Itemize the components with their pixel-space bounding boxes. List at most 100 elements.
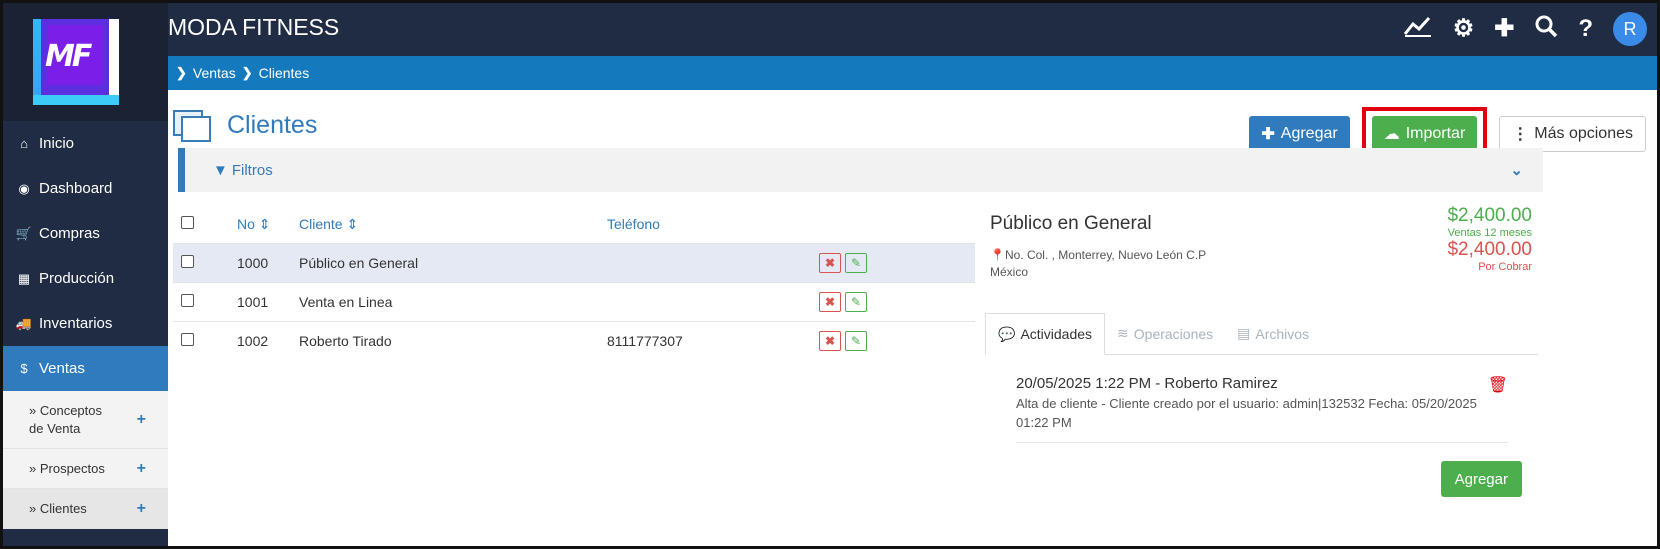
add-button[interactable]: ✚ Agregar [1249,116,1350,152]
column-phone: Teléfono [607,216,660,232]
detail-tabs: 💬 Actividades ≋ Operaciones ▤ Archivos [985,313,1538,355]
logo-area: MF [3,3,168,121]
sidebar-item-inicio[interactable]: ⌂ Inicio [3,121,168,166]
contacts-icon [173,108,215,142]
file-icon: ▤ [1237,325,1251,341]
plus-icon[interactable]: ✚ [1494,15,1514,43]
sidebar-item-produccion[interactable]: ▦ Producción [3,256,168,301]
activity-title: 20/05/2025 1:22 PM - Roberto Ramirez [1016,375,1278,392]
search-icon[interactable] [1534,14,1558,45]
sales-icon: $ [20,361,28,376]
more-options-button[interactable]: ⋮ Más opciones [1499,116,1646,152]
sort-icon: ⇕ [346,215,359,232]
sidebar-subitem-prospectos[interactable]: » Prospectos + [3,449,168,489]
filters-toggle[interactable]: ▼ Filtros [213,162,273,179]
row-checkbox[interactable] [181,255,194,268]
production-icon: ▦ [17,270,31,286]
home-icon: ⌂ [20,136,28,151]
breadcrumb-clientes[interactable]: Clientes [259,65,310,81]
dashboard-icon: ◉ [18,180,30,196]
top-icons: ⚙ ✚ ? R [1403,12,1647,46]
cell-client: Roberto Tirado [299,333,392,349]
tab-archivos[interactable]: ▤ Archivos [1225,313,1321,354]
sidebar-item-inventarios[interactable]: 🚚 Inventarios [3,301,168,346]
sidebar-subitem-clientes[interactable]: » Clientes + [3,489,168,529]
rss-icon: ≋ [1117,325,1129,341]
edit-icon[interactable]: ✎ [845,253,867,273]
chevron-right-icon: ❯ [176,65,187,80]
table-row[interactable]: 1000 Público en General ✖ ✎ [173,243,975,282]
table-row[interactable]: 1002 Roberto Tirado 8111777307 ✖ ✎ [173,321,975,360]
add-activity-button[interactable]: Agregar [1440,461,1522,497]
more-options-label: Más opciones [1534,125,1633,142]
sidebar-item-compras[interactable]: 🛒 Compras [3,211,168,256]
filter-icon: ▼ [213,161,228,179]
due-value: $2,400.00 [1447,239,1532,260]
import-button[interactable]: ☁ Importar [1371,116,1478,152]
chevron-right-icon: ❯ [241,65,253,80]
avatar[interactable]: R [1613,12,1647,46]
edit-icon[interactable]: ✎ [845,292,867,312]
clients-table: No ⇕ Cliente ⇕ Teléfono 1000 Público en … [173,205,975,360]
cloud-upload-icon: ☁ [1383,126,1400,143]
sidebar-subitem-conceptos[interactable]: » Conceptos de Venta + [3,391,168,449]
sidebar-item-label: Producción [39,270,115,287]
due-label: Por Cobrar [1478,261,1532,273]
gear-icon[interactable]: ⚙ [1453,15,1475,43]
divider [1016,442,1508,443]
breadcrumb: ❯ Ventas ❯ Clientes [168,56,1657,90]
activity-item: 20/05/2025 1:22 PM - Roberto Ramirez Alt… [1016,375,1508,443]
tab-operaciones[interactable]: ≋ Operaciones [1105,313,1225,354]
sidebar-item-dashboard[interactable]: ◉ Dashboard [3,166,168,211]
truck-icon: 🚚 [15,315,33,331]
sidebar-item-ventas[interactable]: $ Ventas [3,346,168,391]
plus-icon[interactable]: + [137,500,146,518]
sort-icon: ⇕ [258,215,271,232]
row-checkbox[interactable] [181,294,194,307]
comment-icon: 💬 [998,325,1016,342]
cell-no: 1000 [237,255,269,271]
activity-description: Alta de cliente - Cliente creado por el … [1016,396,1477,430]
delete-icon[interactable]: ✖ [819,331,841,351]
breadcrumb-ventas[interactable]: Ventas [193,65,236,81]
plus-icon: ✚ [1261,126,1275,143]
filters-bar[interactable]: ▼ Filtros ⌄ [178,148,1543,192]
sales-value: $2,400.00 [1447,205,1532,226]
app-logo[interactable]: MF [33,19,119,105]
help-icon[interactable]: ? [1578,15,1593,43]
sidebar-item-label: Ventas [39,360,85,377]
sidebar-subitem-label: » Prospectos [29,461,105,476]
page-heading: Clientes [173,108,317,142]
plus-icon[interactable]: + [137,460,146,478]
sidebar-item-label: Inventarios [39,315,113,332]
chevron-down-icon[interactable]: ⌄ [1510,161,1523,179]
column-no[interactable]: No ⇕ [237,216,299,233]
select-all-checkbox[interactable] [181,216,194,229]
sidebar-subitem-label: » Conceptos de Venta [29,402,102,436]
client-name: Público en General [990,213,1152,234]
delete-icon[interactable]: ✖ [819,292,841,312]
table-row[interactable]: 1001 Venta en Linea ✖ ✎ [173,282,975,321]
sidebar-item-label: Inicio [39,135,75,152]
cell-client: Público en General [299,255,419,271]
edit-icon[interactable]: ✎ [845,331,867,351]
sidebar-subitem-label: » Clientes [29,501,87,516]
logo-text: MF [45,39,92,74]
app-title: MODA FITNESS [168,14,340,40]
sidebar: MF ⌂ Inicio ◉ Dashboard 🛒 Compras ▦ Prod… [3,3,168,546]
add-button-label: Agregar [1280,125,1338,142]
cell-phone: 8111777307 [607,333,683,349]
page-title: Clientes [227,110,318,139]
filters-label: Filtros [231,161,273,179]
cell-no: 1002 [237,333,269,349]
trash-icon[interactable]: 🗑 [1488,375,1508,395]
plus-icon[interactable]: + [137,411,146,429]
top-bar: MODA FITNESS ⚙ ✚ ? R [168,3,1657,56]
map-marker-icon: 📍 [990,248,1005,262]
row-checkbox[interactable] [181,333,194,346]
delete-icon[interactable]: ✖ [819,253,841,273]
tab-actividades[interactable]: 💬 Actividades [985,313,1106,355]
sidebar-item-label: Dashboard [39,180,113,197]
column-client[interactable]: Cliente ⇕ [299,216,607,233]
chart-icon[interactable] [1403,14,1433,45]
